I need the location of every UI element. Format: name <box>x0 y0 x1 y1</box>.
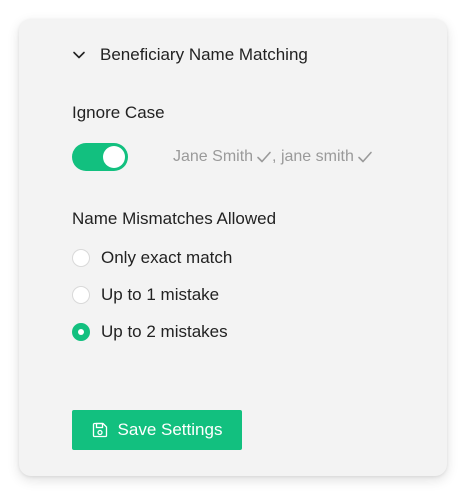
section-title: Beneficiary Name Matching <box>100 45 308 64</box>
save-settings-button[interactable]: Save Settings <box>72 410 242 450</box>
radio-button[interactable] <box>72 249 90 267</box>
radio-button[interactable] <box>72 286 90 304</box>
save-icon <box>92 422 108 438</box>
mismatches-label: Name Mismatches Allowed <box>72 209 277 228</box>
radio-option-exact[interactable]: Only exact match <box>72 246 232 270</box>
radio-button-selected[interactable] <box>72 323 90 341</box>
radio-label: Only exact match <box>101 248 233 267</box>
ignore-case-toggle[interactable] <box>72 143 128 171</box>
example-text-2: , jane smith <box>272 148 354 165</box>
radio-option-two-mistakes[interactable]: Up to 2 mistakes <box>72 320 228 344</box>
ignore-case-label: Ignore Case <box>72 103 165 122</box>
check-icon <box>256 149 272 165</box>
ignore-case-example: Jane Smith , jane smith <box>173 143 373 171</box>
chevron-down-icon[interactable] <box>71 47 87 63</box>
radio-label: Up to 2 mistakes <box>101 322 228 341</box>
radio-label: Up to 1 mistake <box>101 285 220 304</box>
toggle-knob <box>103 146 125 168</box>
radio-option-one-mistake[interactable]: Up to 1 mistake <box>72 283 219 307</box>
save-button-label: Save Settings <box>117 420 223 439</box>
check-icon <box>357 149 373 165</box>
settings-card: Beneficiary Name Matching Ignore Case Ja… <box>19 19 447 476</box>
example-text-1: Jane Smith <box>173 148 254 165</box>
section-header[interactable]: Beneficiary Name Matching <box>71 43 308 67</box>
